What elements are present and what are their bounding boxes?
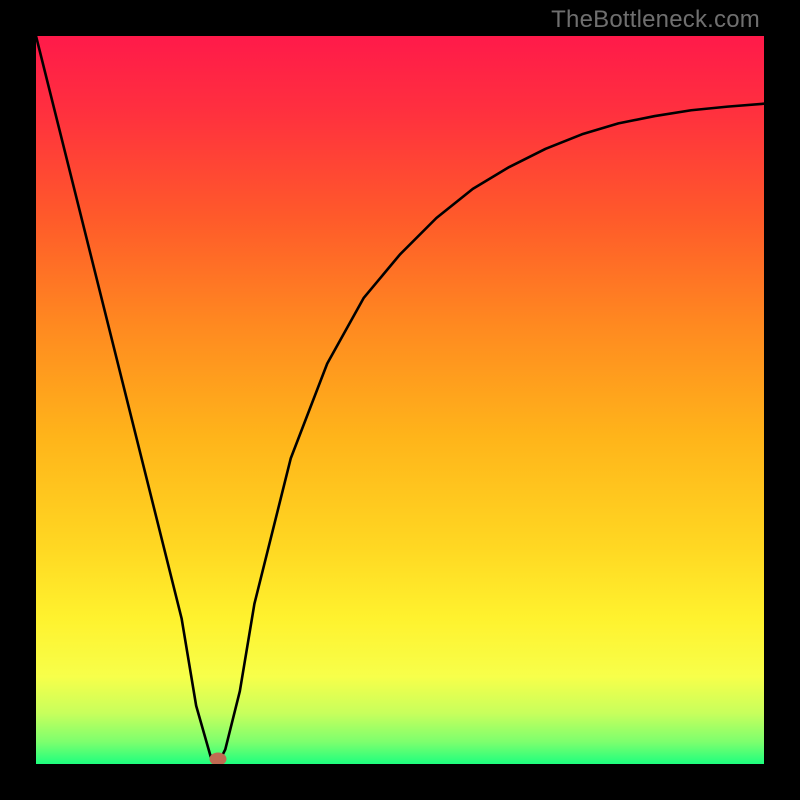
frame-border-top xyxy=(0,0,800,36)
frame-border-bottom xyxy=(0,764,800,800)
frame-border-left xyxy=(0,0,36,800)
frame-border-right xyxy=(764,0,800,800)
chart-frame: TheBottleneck.com xyxy=(0,0,800,800)
plot-svg xyxy=(36,36,764,764)
gradient-background xyxy=(36,36,764,764)
plot-area xyxy=(36,36,764,764)
